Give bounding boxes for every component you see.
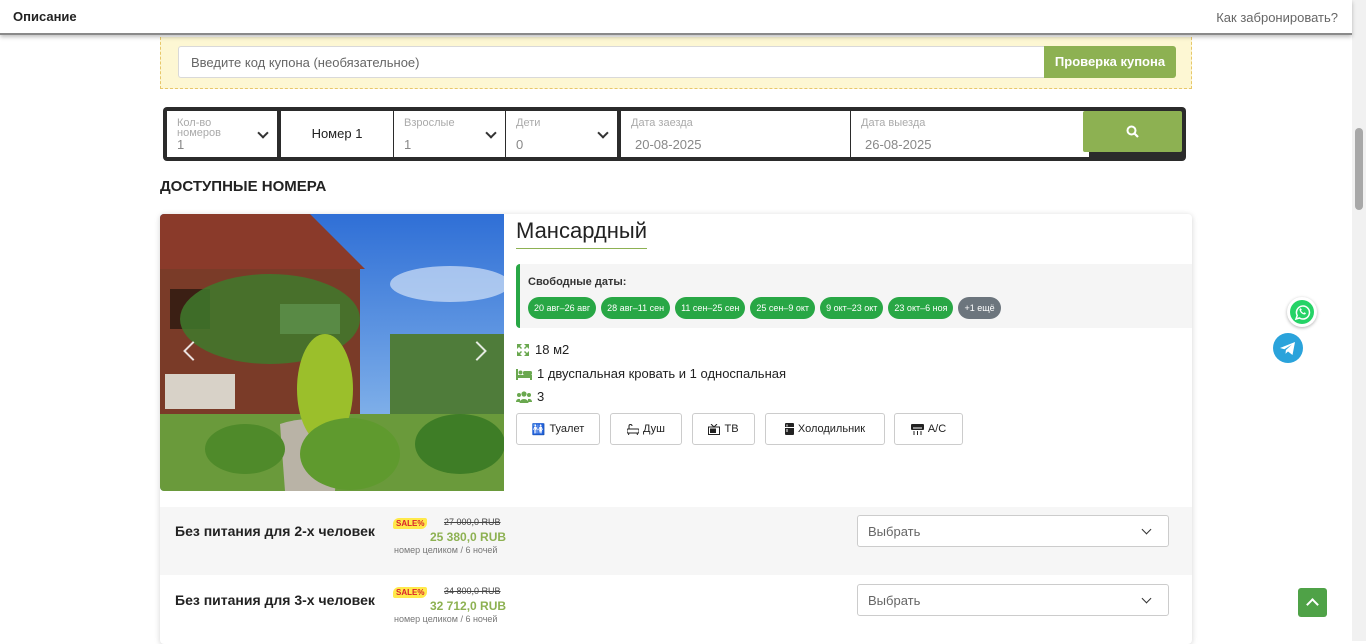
telegram-button[interactable]: [1273, 333, 1303, 363]
available-dates-box: Свободные даты: 20 авг–26 авг 28 авг–11 …: [516, 264, 1192, 328]
tab-description[interactable]: Описание: [13, 9, 77, 24]
date-chip[interactable]: 11 сен–25 сен: [675, 297, 746, 319]
air-conditioner-icon: [910, 423, 924, 435]
toilet-icon: 🚻: [531, 423, 546, 436]
coupon-input[interactable]: Введите код купона (необязательное): [178, 46, 1044, 78]
new-price: 32 712,0 RUB: [430, 599, 507, 613]
fridge-icon: [784, 423, 794, 435]
room-area-value: 18 м2: [535, 342, 570, 357]
room-beds-value: 1 двуспальная кровать и 1 односпальная: [537, 366, 787, 381]
page-scrollbar[interactable]: [1352, 0, 1366, 641]
rooms-count-value: 1: [177, 137, 185, 152]
amenity-label: Холодильник: [797, 423, 866, 435]
sale-badge: SALE%: [393, 518, 428, 529]
new-price: 25 380,0 RUB: [430, 530, 507, 544]
amenity-shower: Душ: [610, 413, 682, 445]
search-bar: Кол-во номеров 1 Номер 1 Взрослые 1 Дети…: [163, 107, 1186, 161]
date-chip[interactable]: 9 окт–23 окт: [820, 297, 884, 319]
room-photo-carousel[interactable]: [160, 214, 504, 491]
amenity-fridge: Холодильник: [765, 413, 885, 445]
rate-name: Без питания для 3-х человек: [175, 592, 375, 608]
more-dates-chip[interactable]: +1 ещё: [958, 297, 1001, 319]
expand-icon: [517, 343, 529, 356]
checkin-value: 20-08-2025: [635, 137, 702, 152]
children-label: Дети: [516, 117, 541, 129]
children-select[interactable]: Дети 0: [506, 111, 617, 157]
adults-label: Взрослые: [404, 117, 455, 129]
room-guests: 3: [516, 389, 544, 404]
tv-icon: [708, 423, 721, 435]
amenity-label: ТВ: [724, 423, 739, 435]
bath-icon: [626, 423, 639, 435]
adults-value: 1: [404, 137, 412, 152]
checkin-label: Дата заезда: [631, 117, 693, 129]
room-area: 18 м2: [516, 342, 569, 357]
amenity-label: A/C: [927, 423, 947, 435]
room-1-tab[interactable]: Номер 1: [281, 111, 393, 157]
room-card: Мансардный Свободные даты: 20 авг–26 авг…: [160, 214, 1192, 644]
date-chips: 20 авг–26 авг 28 авг–11 сен 11 сен–25 се…: [528, 297, 1001, 319]
rate-select-value: Выбрать: [868, 593, 921, 608]
rate-row: Без питания для 2-х человек SALE% 27 000…: [160, 507, 1192, 575]
room-beds: 1 двуспальная кровать и 1 односпальная: [516, 366, 786, 381]
whatsapp-icon: [1290, 300, 1314, 324]
adults-select[interactable]: Взрослые 1: [394, 111, 505, 157]
amenity-label: Туалет: [549, 423, 585, 435]
price-period: номер целиком / 6 ночей: [394, 614, 498, 624]
date-chip[interactable]: 23 окт–6 ноя: [888, 297, 954, 319]
price-period: номер целиком / 6 ночей: [394, 545, 498, 555]
old-price: 34 800,0 RUB: [444, 586, 501, 596]
date-chip[interactable]: 20 авг–26 авг: [528, 297, 597, 319]
search-button[interactable]: [1083, 111, 1182, 152]
scroll-to-top-button[interactable]: [1298, 588, 1327, 617]
rooms-count-select[interactable]: Кол-во номеров 1: [167, 111, 277, 157]
old-price: 27 000,0 RUB: [444, 517, 501, 527]
telegram-icon: [1280, 342, 1295, 355]
checkout-date-field[interactable]: Дата выезда 26-08-2025: [851, 111, 1089, 157]
chevron-down-icon: [485, 127, 497, 139]
chevron-up-icon: [1306, 598, 1319, 611]
amenity-ac: A/C: [894, 413, 963, 445]
available-rooms-heading: ДОСТУПНЫЕ НОМЕРА: [160, 178, 327, 195]
chevron-down-icon: [1141, 524, 1152, 535]
how-to-book-link[interactable]: Как забронировать?: [1216, 10, 1338, 25]
amenity-label: Душ: [642, 423, 666, 435]
available-dates-label: Свободные даты:: [528, 276, 627, 288]
room-photo: [160, 214, 504, 491]
rate-name: Без питания для 2-х человек: [175, 523, 375, 539]
top-navbar: Описание Как забронировать?: [0, 0, 1352, 35]
search-icon: [1126, 125, 1139, 138]
room-guests-value: 3: [537, 389, 545, 404]
date-chip[interactable]: 25 сен–9 окт: [750, 297, 816, 319]
rate-row: Без питания для 3-х человек SALE% 34 800…: [160, 576, 1192, 644]
users-icon: [516, 390, 532, 403]
sale-badge: SALE%: [393, 587, 428, 598]
chevron-down-icon: [1141, 593, 1152, 604]
bed-icon: [516, 368, 532, 380]
checkin-date-field[interactable]: Дата заезда 20-08-2025: [621, 111, 850, 157]
rate-select[interactable]: Выбрать: [857, 515, 1169, 547]
chevron-down-icon: [257, 127, 269, 139]
rate-select-value: Выбрать: [868, 524, 921, 539]
rooms-count-label: Кол-во номеров: [177, 117, 221, 139]
coupon-panel: Введите код купона (необязательное) Пров…: [160, 37, 1192, 89]
rate-select[interactable]: Выбрать: [857, 584, 1169, 616]
scrollbar-thumb[interactable]: [1355, 128, 1363, 210]
check-coupon-button[interactable]: Проверка купона: [1044, 46, 1176, 78]
chevron-down-icon: [597, 127, 609, 139]
amenity-tv: ТВ: [692, 413, 755, 445]
room-title: Мансардный: [516, 218, 648, 249]
date-chip[interactable]: 28 авг–11 сен: [601, 297, 671, 319]
checkout-label: Дата выезда: [861, 117, 926, 129]
whatsapp-button[interactable]: [1287, 297, 1317, 327]
amenity-toilet: 🚻 Туалет: [516, 413, 600, 445]
checkout-value: 26-08-2025: [865, 137, 932, 152]
children-value: 0: [516, 137, 524, 152]
